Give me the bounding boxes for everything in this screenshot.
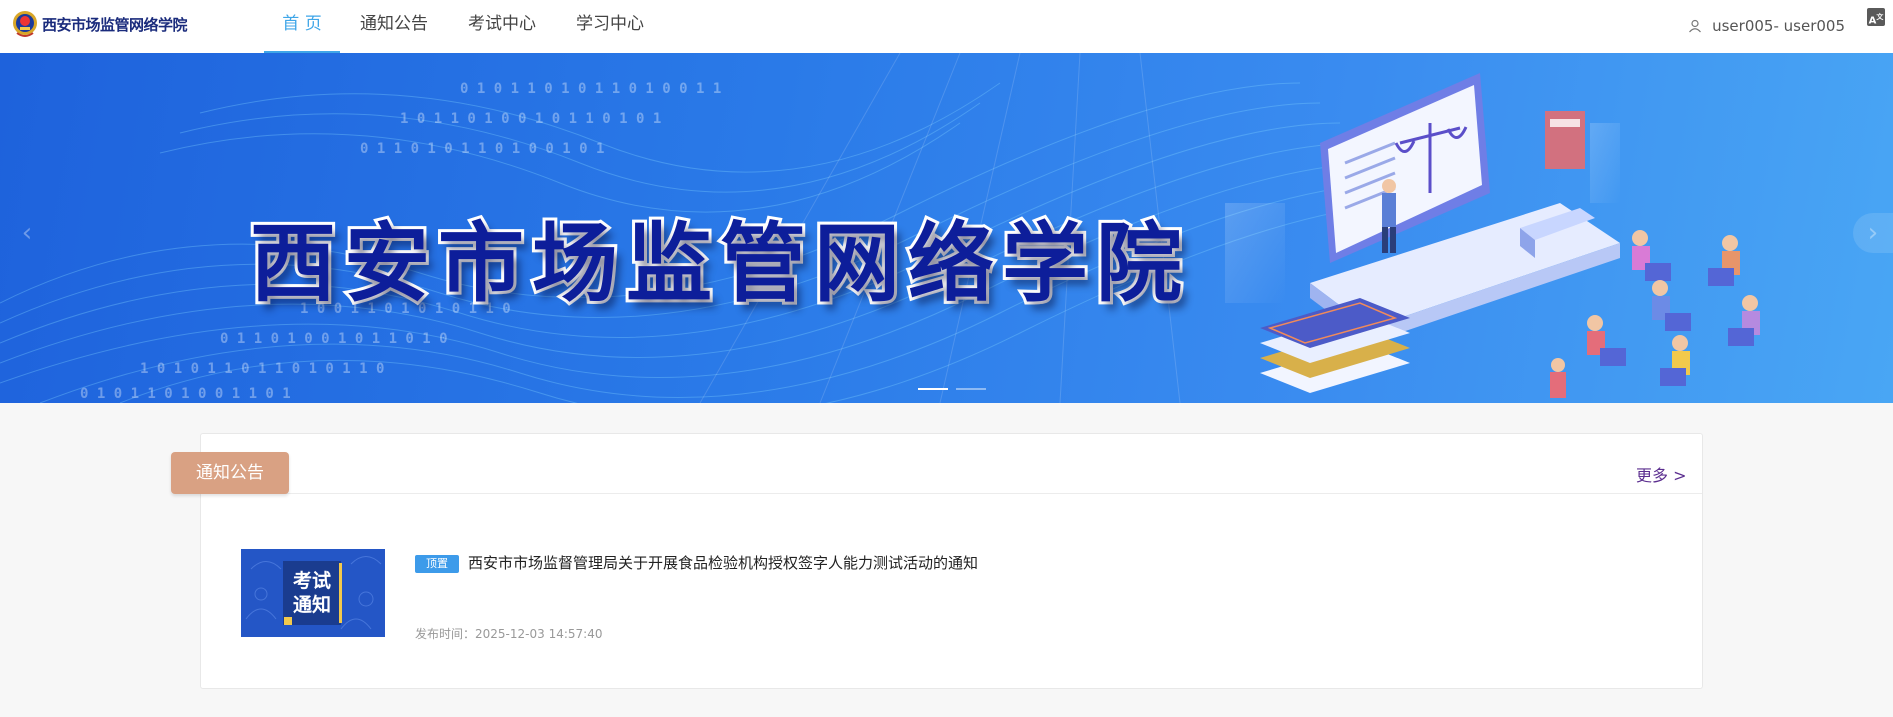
notice-publish-time: 发布时间：2025-12-03 14:57:40 [415,625,602,642]
police-emblem-icon [13,11,37,37]
site-logo[interactable]: 西安市场监管网络学院 [12,8,188,40]
nav-study-center[interactable]: 学习中心 [556,0,664,53]
carousel-dot-1[interactable] [918,388,948,390]
site-name: 西安市场监管网络学院 [42,15,188,34]
more-notices-link[interactable]: 更多 > [1636,462,1687,486]
main-nav: 首 页 通知公告 考试中心 学习中心 [264,0,664,53]
chevron-left-icon[interactable]: ‹ [10,213,44,253]
svg-text:1 0 1 0 1 1 0 1 1 0 1 0 1 1 0: 1 0 1 0 1 1 0 1 1 0 1 0 1 1 0 [140,361,384,377]
svg-text:1 0 1 1 0 1 0 0 1 0 1 1 0 1 0: 1 0 1 1 0 1 0 0 1 0 1 1 0 1 0 1 [400,111,661,127]
top-header: 西安市场监管网络学院 首 页 通知公告 考试中心 学习中心 user005- u… [0,0,1893,53]
svg-text:0 1 1 0 1 0 1 1 0 1 0 0 1 0 1: 0 1 1 0 1 0 1 1 0 1 0 0 1 0 1 [360,141,604,157]
notice-title-link[interactable]: 西安市市场监督管理局关于开展食品检验机构授权签字人能力测试活动的通知 [468,552,978,573]
svg-text:0 1 0 1 1 0 1 0 0 1 1 0 1: 0 1 0 1 1 0 1 0 0 1 1 0 1 [80,386,291,402]
user-name: user005- user005 [1712,17,1845,35]
nav-exam-center[interactable]: 考试中心 [448,0,556,53]
publish-time-label: 发布时间： [415,627,476,641]
thumb-text-line2: 通知 [293,593,331,616]
svg-text:0 1 1 0 1 0 0 1 0 1 1 0 1 0: 0 1 1 0 1 0 0 1 0 1 1 0 1 0 [220,331,448,347]
translate-icon[interactable]: A文 [1867,8,1885,26]
nav-home[interactable]: 首 页 [264,0,340,53]
banner-carousel[interactable]: 0 1 0 1 1 0 1 0 1 1 0 1 0 0 1 1 1 0 1 1 … [0,53,1893,403]
banner-title: 西安市场监管网络学院 [247,211,1190,317]
panel-divider [201,493,1702,494]
pinned-badge: 顶置 [415,555,459,573]
chevron-right-icon[interactable]: › [1853,213,1893,253]
publish-time-value: 2025-12-03 14:57:40 [475,627,603,641]
svg-text:0 1 0 1 1 0 1 0 1 1 0 1 0 0 1: 0 1 0 1 1 0 1 0 1 1 0 1 0 0 1 1 [460,81,721,97]
user-icon [1689,19,1702,33]
nav-notices[interactable]: 通知公告 [340,0,448,53]
notice-thumbnail[interactable]: 考试 通知 [241,549,385,637]
thumb-text-line1: 考试 [293,570,331,592]
carousel-dot-2[interactable] [956,388,986,390]
exam-notice-image: 考试 通知 [241,549,385,637]
carousel-indicators [918,388,986,390]
user-menu[interactable]: user005- user005 [1688,15,1845,37]
notices-section-label: 通知公告 [171,452,289,494]
